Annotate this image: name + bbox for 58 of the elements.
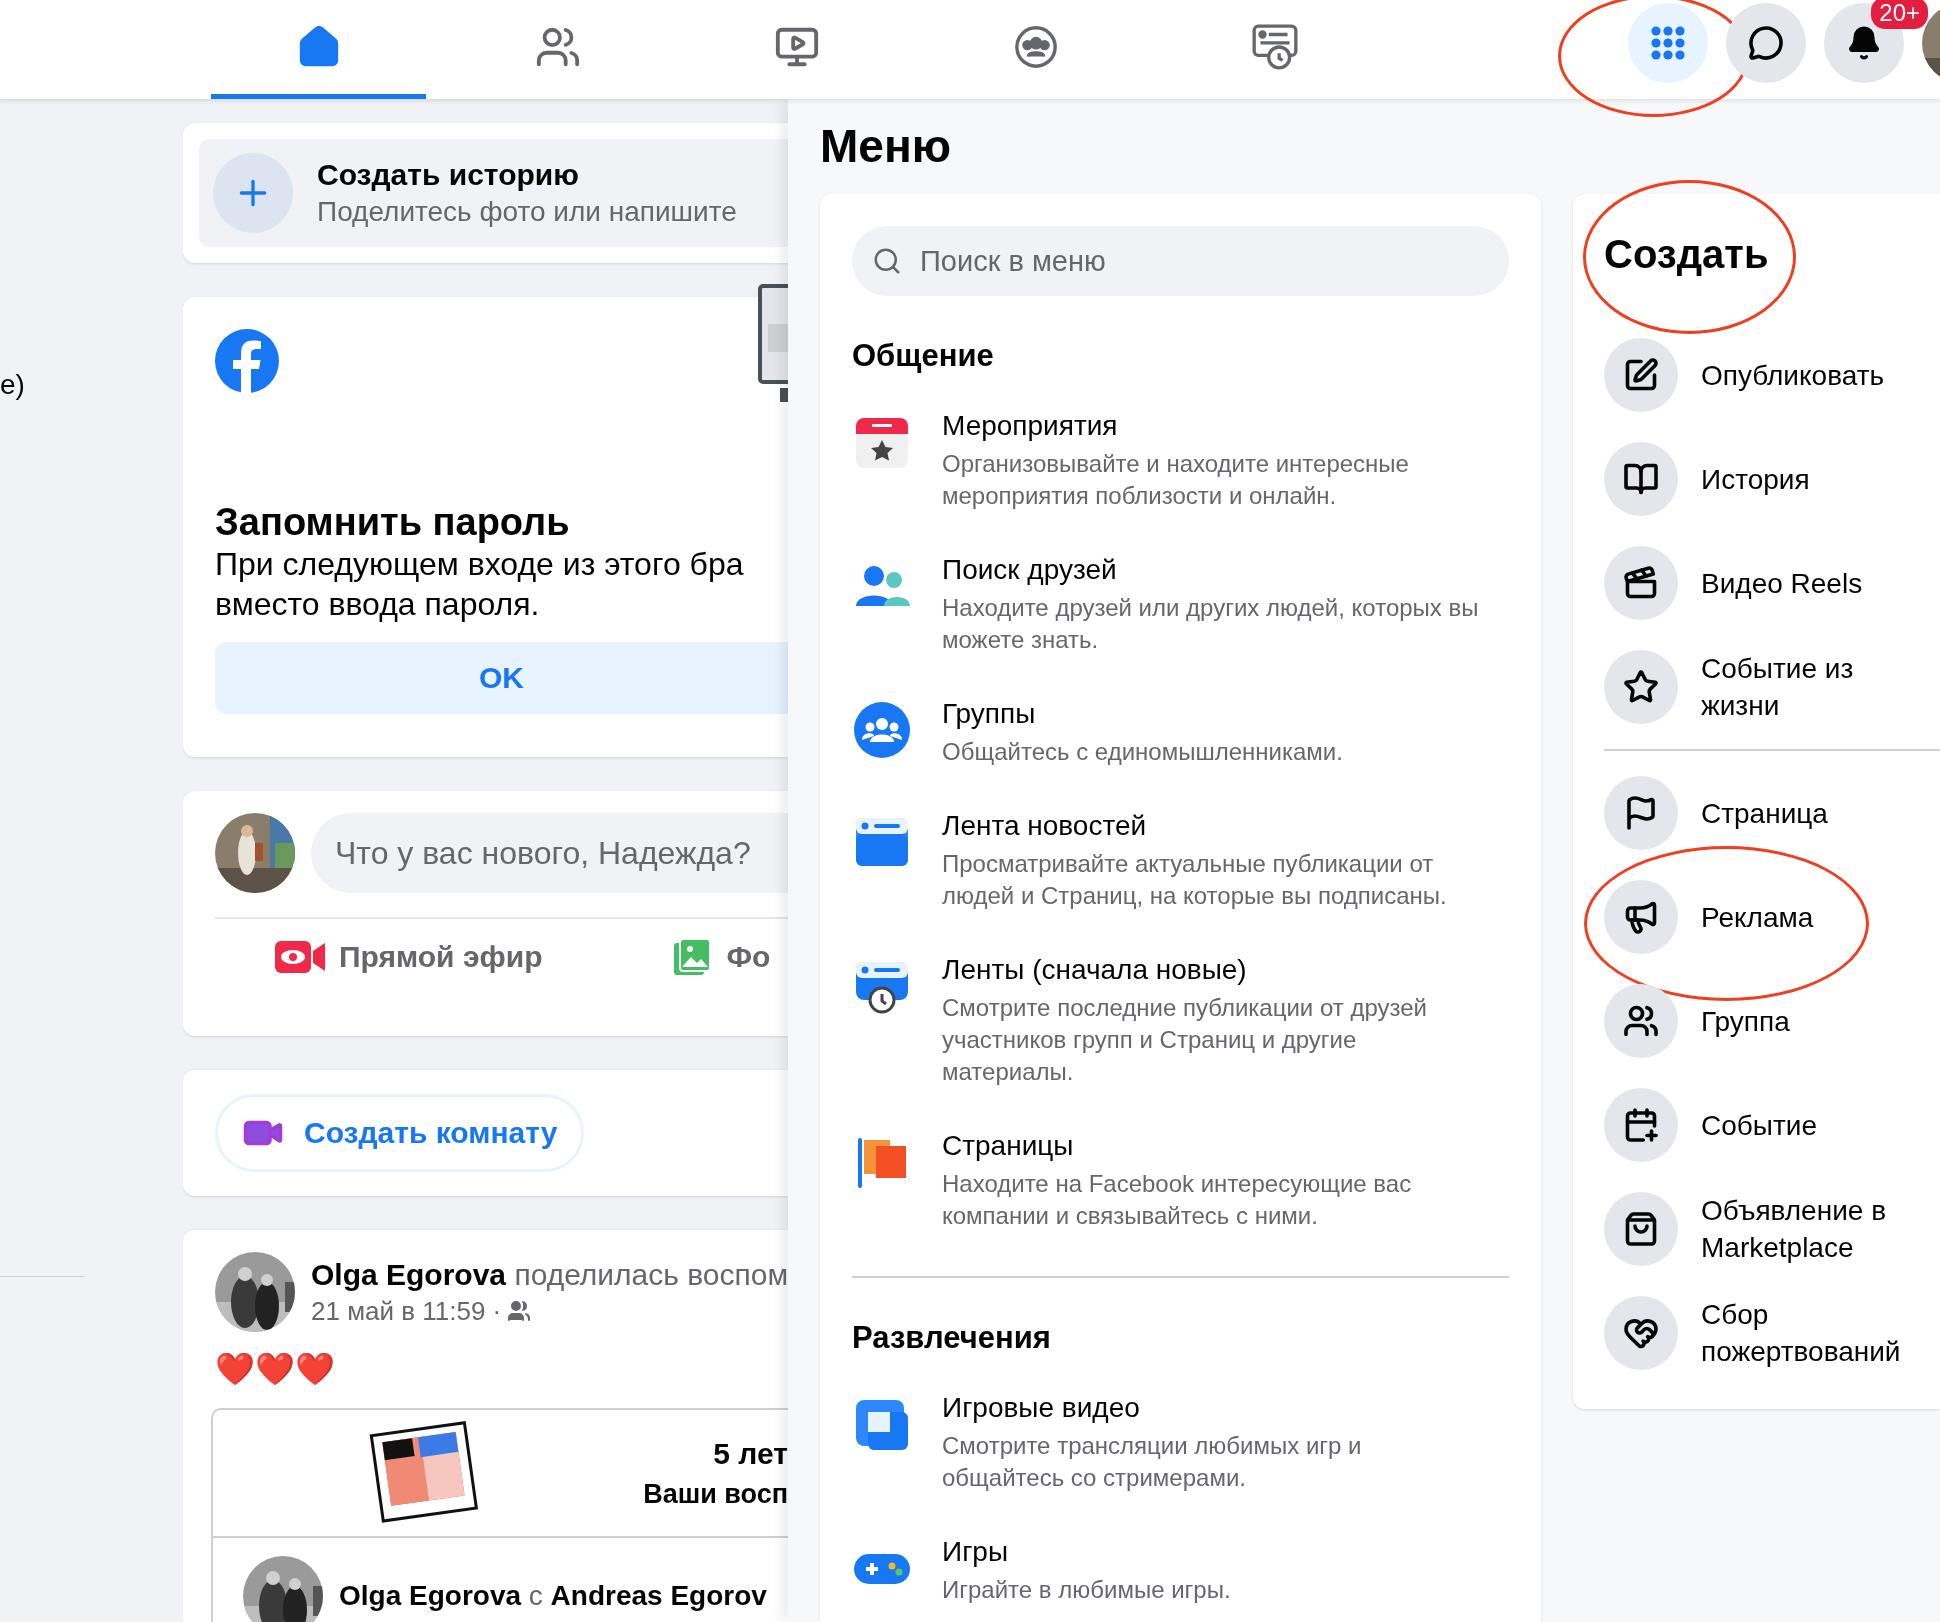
create-menu-item[interactable]: Группа [1604,969,1790,1073]
notification-badge: 20+ [1871,0,1928,29]
menu-item-description: Смотрите трансляции любимых игр и общайтесь со стримерами. [942,1431,1363,1493]
create-menu-item[interactable]: Страница [1604,761,1828,865]
post-date: 21 май в 11:59 · [311,1295,502,1327]
menu-item-description: Просматривайте актуальные публикации от людей и Страниц, на которые вы подписаны. [942,849,1448,911]
menu-item-title[interactable]: Ленты (сначала новые) [942,952,1482,988]
card-text: вместо ввода пароля. [215,585,541,624]
grid-icon [1651,26,1685,60]
groups-icon [1012,24,1059,70]
create-menu-item[interactable]: Событие [1604,1073,1817,1177]
menu-item-title[interactable]: Страницы [942,1128,1482,1164]
card-text: При следующем входе из этого бра [215,545,745,584]
search-icon [872,246,902,276]
photo-button[interactable]: Фо [672,929,771,985]
story-subtitle: Поделитесь фото или напишите [317,196,737,228]
menu-item-description: Организовывайте и находите интересные мероприятия поблизости и онлайн. [942,449,1410,511]
memory-title: 5 лет [713,1436,788,1471]
menu-title: Меню [820,119,952,173]
create-menu-item[interactable]: Видео Reels [1604,531,1863,635]
bell-icon [1846,25,1882,61]
menu-item-description: Находите друзей или других людей, которых вы можете знать. [942,593,1480,655]
create-menu-item[interactable]: Опубликовать [1604,323,1885,427]
menu-item-description: Смотрите последние публикации от друзей участников групп и Страниц и другие материалы. [942,993,1428,1087]
card-title: Запомнить пароль [215,501,571,544]
create-heading: Создать [1604,230,1769,278]
section-title: Общение [852,338,995,374]
post-input-field[interactable]: Что у вас нового, Надежда? [311,813,788,893]
post-header: Olga Egorova поделилась воспом [311,1257,788,1292]
create-room-button[interactable]: Создать комнату [215,1094,585,1172]
menu-item-description: Общайтесь с единомышленниками. [942,737,1343,767]
post-text: ❤❤❤ [215,1350,336,1388]
create-menu-item[interactable]: Событие из жизни [1604,635,1931,739]
messenger-icon [1748,25,1784,61]
create-menu-item[interactable]: Сбор пожертвований [1604,1281,1931,1385]
story-title: Создать историю [317,158,580,192]
shared-post-header: Olga Egorova с Andreas Egorov [339,1580,767,1612]
menu-item-title[interactable]: Поиск друзей [942,552,1482,588]
groups-icon [852,700,912,760]
menu-item-title[interactable]: Лента новостей [942,808,1482,844]
create-menu-item[interactable]: Объявление в Marketplace [1604,1177,1931,1281]
friends-audience-icon [507,1299,532,1323]
live-camera-icon [275,939,325,975]
facebook-logo-icon [215,329,279,393]
menu-item-title[interactable]: Группы [942,696,1343,732]
menu-item-title[interactable]: Игры [942,1534,1231,1570]
menu-item-title[interactable]: Игровые видео [942,1390,1482,1426]
memory-subtitle: Ваши восп [643,1478,788,1510]
cut-off-text: e) [0,369,26,401]
create-menu-item[interactable]: История [1604,427,1810,531]
menu-item-description: Находите на Facebook интересующие вас компании и связывайтесь с ними. [942,1169,1413,1231]
ok-button[interactable]: OK [215,642,788,714]
create-menu-item[interactable]: Реклама [1604,865,1814,969]
live-video-button[interactable]: Прямой эфир [275,929,543,985]
menu-search-field[interactable]: Поиск в меню [852,226,1509,296]
menu-item-description: Играйте в любимые игры. [942,1575,1231,1605]
section-title: Развлечения [852,1320,1052,1356]
menu-item-title[interactable]: Мероприятия [942,408,1482,444]
